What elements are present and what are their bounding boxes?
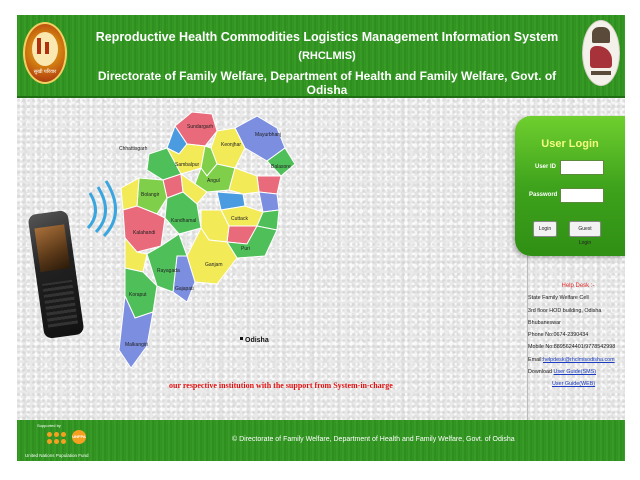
unfpa-dot-icon bbox=[61, 432, 66, 437]
map-label-chhattisgarh: Chhattisgarh bbox=[119, 146, 148, 152]
system-acronym: (RHCLMIS) bbox=[298, 50, 356, 62]
download-prefix: Download bbox=[528, 369, 552, 376]
help-desk-mobile: Mobile No:8895624401/9778542998 bbox=[528, 344, 616, 351]
help-desk-email-link[interactable]: helpdesk@rhclmisodisha.com bbox=[543, 357, 615, 363]
guest-login-button[interactable]: Guest Login bbox=[569, 221, 601, 246]
page: सुखी परिवार Reproductive Health Commodit… bbox=[17, 15, 625, 461]
unfpa-dot-icon bbox=[54, 439, 59, 444]
unfpa-dot-icon bbox=[54, 432, 59, 437]
map-label-kalahandi: Kalahandi bbox=[133, 230, 155, 236]
help-desk-email-row: Email:helpdesk@rhclmisodisha.com bbox=[528, 354, 628, 366]
odisha-marker bbox=[240, 337, 243, 340]
login-panel: User Login User ID Password Login Guest … bbox=[515, 116, 625, 256]
help-desk-city: Bhubaneswar bbox=[528, 319, 561, 326]
unfpa-dot-icon bbox=[61, 439, 66, 444]
district-nuapada bbox=[120, 177, 140, 211]
user-guide-web-link[interactable]: User Guide(WEB) bbox=[552, 381, 595, 387]
emblem-caption: सुखी परिवार bbox=[33, 69, 57, 75]
unfpa-dot-icon bbox=[47, 432, 52, 437]
user-id-label: User ID bbox=[535, 164, 557, 170]
supported-by-label: Supported by bbox=[37, 423, 61, 428]
unfpa-logo: Supported by UNFPA United Nations Popula… bbox=[25, 423, 105, 461]
help-desk-phone: Phone No:0674-2390434 bbox=[528, 332, 589, 339]
district-jajpur bbox=[228, 167, 260, 195]
mobile-phone-icon bbox=[27, 209, 85, 340]
family-welfare-emblem-icon: सुखी परिवार bbox=[23, 22, 67, 84]
map-label-balasore: Balasore bbox=[271, 164, 291, 170]
odisha-govt-emblem-icon bbox=[582, 20, 620, 86]
district-kendrapara bbox=[258, 191, 280, 213]
map-label-sambalpur: Sambalpur bbox=[175, 162, 200, 168]
unfpa-emblem: UNFPA bbox=[72, 430, 86, 444]
help-desk: Help Desk :- State Family Welfare Cell 3… bbox=[528, 280, 628, 391]
copyright-text: © Directorate of Family Welfare, Departm… bbox=[232, 436, 515, 443]
map-label-rayagada: Rayagada bbox=[157, 268, 180, 274]
map-label-puri: Puri bbox=[241, 246, 250, 252]
map-label-gajapati: Gajapati bbox=[175, 286, 194, 292]
system-notice-text: our respective institution with the supp… bbox=[169, 381, 393, 390]
download-row: Download User Guide(SMS) bbox=[528, 366, 628, 378]
help-desk-org: State Family Welfare Cell bbox=[528, 295, 589, 302]
header-banner: सुखी परिवार Reproductive Health Commodit… bbox=[17, 15, 625, 98]
map-label-kandhamal: Kandhamal bbox=[171, 218, 196, 224]
map-label-koraput: Koraput bbox=[129, 292, 147, 298]
system-title: Reproductive Health Commodities Logistic… bbox=[95, 30, 559, 44]
map-label-mayurbhanj: Mayurbhanj bbox=[255, 132, 281, 138]
map-label-odisha: Odisha bbox=[245, 337, 269, 344]
directorate-title: Directorate of Family Welfare, Departmen… bbox=[97, 69, 557, 97]
map-label-ganjam: Ganjam bbox=[205, 262, 223, 268]
login-button[interactable]: Login bbox=[533, 221, 557, 237]
footer: Supported by UNFPA United Nations Popula… bbox=[17, 420, 625, 461]
user-id-input[interactable] bbox=[560, 160, 604, 175]
map-label-angul: Angul bbox=[207, 178, 220, 184]
map-label-bolangir: Bolangir bbox=[141, 192, 160, 198]
email-prefix: Email: bbox=[528, 356, 543, 363]
password-input[interactable] bbox=[560, 188, 604, 203]
map-label-keonjhar: Keonjhar bbox=[221, 142, 241, 148]
unfpa-org-name: United Nations Population Fund bbox=[25, 453, 89, 458]
user-guide-sms-link[interactable]: User Guide(SMS) bbox=[553, 369, 596, 375]
login-title: User Login bbox=[541, 138, 599, 150]
map-label-sundargarh: Sundargarh bbox=[187, 124, 213, 130]
map-label-malkangiri: Malkangiri bbox=[125, 342, 148, 348]
password-label: Password bbox=[529, 192, 558, 198]
map-label-cuttack: Cuttack bbox=[231, 216, 248, 222]
odisha-district-map: Sundargarh Keonjhar Mayurbhanj Balasore … bbox=[118, 111, 296, 369]
help-desk-title: Help Desk :- bbox=[561, 283, 595, 289]
download-row-web: User Guide(WEB) bbox=[528, 378, 628, 390]
district-bhadrak bbox=[256, 175, 282, 195]
unfpa-dot-icon bbox=[47, 439, 52, 444]
help-desk-address: 3rd floor HOD building, Odisha bbox=[528, 307, 602, 314]
